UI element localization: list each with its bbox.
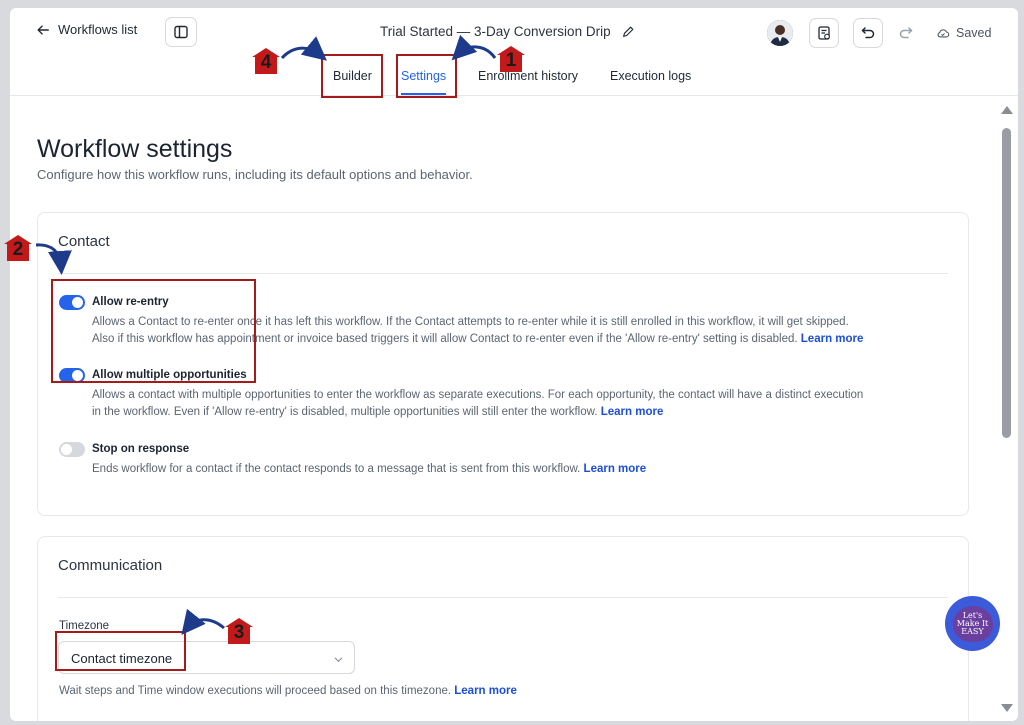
annotation-arrows xyxy=(35,34,497,636)
arrow-3-icon xyxy=(181,608,225,636)
lets-make-it-easy-logo: Let's Make It EASY xyxy=(945,596,1000,651)
arrow-2-icon xyxy=(35,243,72,275)
arrow-4-icon xyxy=(280,36,327,61)
arrow-1-icon xyxy=(451,34,497,61)
logo-heart: Let's Make It EASY xyxy=(952,605,993,642)
